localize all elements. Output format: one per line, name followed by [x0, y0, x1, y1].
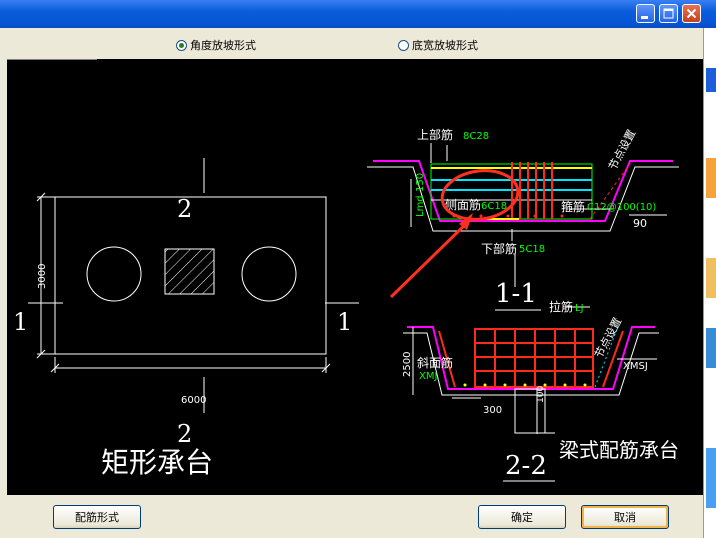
bottom-bar-spec: 5C18	[519, 244, 545, 255]
rectangular-cap-plan: 2 2 1 1 3000 6000 矩形承台	[13, 158, 359, 479]
maximize-icon	[663, 8, 674, 19]
slope-form-options: 角度放坡形式 底宽放坡形式	[0, 28, 703, 60]
rect-cap-title: 矩形承台	[101, 446, 213, 479]
section-2-small-dim: 100	[536, 386, 546, 403]
background-window-edge	[703, 28, 716, 538]
node-note-1: 节点设置	[606, 127, 638, 172]
minimize-icon	[641, 16, 648, 19]
top-bar-label: 上部筋	[417, 127, 453, 142]
section-2-height: 2500	[402, 352, 413, 377]
section-height-prefix: Lmd	[415, 195, 426, 217]
section-1-1-title: 1-1	[495, 279, 537, 309]
radio-bottom-slope[interactable]: 底宽放坡形式	[398, 37, 478, 53]
dim-height: 3000	[37, 264, 48, 289]
stirrup-spec: C12@100(10)	[587, 202, 656, 213]
radio-bottom-label: 底宽放坡形式	[412, 39, 478, 52]
slope-angle: 90	[633, 217, 647, 230]
radio-angle-slope[interactable]: 角度放坡形式	[176, 37, 256, 53]
section-1-1: 上部筋 8C28 侧面筋 6C18 箍筋 C12@100(10) 下部筋 5C1…	[7, 58, 679, 311]
close-icon	[686, 8, 697, 19]
side-bar-label: 侧面筋	[445, 197, 481, 212]
slope-bar-spec: XMJ	[419, 371, 437, 382]
radio-angle-label: 角度放坡形式	[190, 39, 256, 52]
dim-width: 6000	[181, 395, 206, 406]
rebar-form-button[interactable]: 配筋形式	[53, 505, 141, 529]
pile-cap-drawing: 2 2 1 1 3000 6000 矩形承台 上部筋 8C28 侧面筋 6C18…	[7, 58, 679, 482]
slope-bar-label: 斜面筋	[417, 355, 453, 370]
ok-button[interactable]: 确定	[478, 505, 566, 529]
close-button[interactable]	[682, 4, 701, 23]
section-height: 150	[415, 173, 426, 192]
slope-right-spec: XMSJ	[623, 361, 648, 372]
beam-cap-title: 梁式配筋承台	[559, 438, 679, 462]
section-label-bottom: 2	[177, 420, 192, 448]
title-bar	[0, 0, 716, 28]
tie-bar-label: 拉筋	[549, 299, 573, 314]
minimize-button[interactable]	[636, 4, 655, 23]
radio-dot	[398, 39, 409, 51]
radio-dot-selected	[176, 39, 187, 51]
tie-bar-spec: LJ	[575, 303, 584, 314]
cancel-button[interactable]: 取消	[581, 505, 669, 529]
top-bar-spec: 8C28	[463, 131, 489, 142]
section-2-2-title: 2-2	[505, 451, 547, 481]
stirrup-label: 箍筋	[561, 199, 585, 214]
section-2-width: 300	[483, 405, 502, 416]
bottom-bar-label: 下部筋	[481, 241, 517, 256]
section-label-top: 2	[177, 195, 192, 223]
drawing-canvas: 2 2 1 1 3000 6000 矩形承台 上部筋 8C28 侧面筋 6C18…	[7, 58, 703, 495]
section-label-left: 1	[13, 308, 28, 336]
section-label-right: 1	[337, 308, 352, 336]
maximize-button[interactable]	[659, 4, 678, 23]
dialog: 角度放坡形式 底宽放坡形式 2 2 1 1 3000 6000 矩形承台 上部筋…	[0, 28, 703, 538]
side-bar-spec: 6C18	[481, 201, 507, 212]
